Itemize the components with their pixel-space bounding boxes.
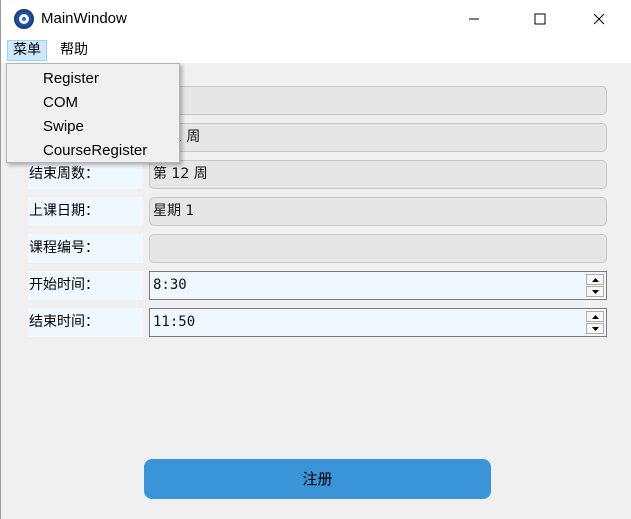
title-bar[interactable]: MainWindow — [1, 0, 631, 38]
end-time-value: 11:50 — [153, 314, 196, 330]
menu-main[interactable]: 菜单 — [7, 40, 47, 61]
menu-item-course-register[interactable]: CourseRegister — [43, 139, 147, 163]
start-time-label: 开始时间： — [28, 271, 143, 300]
start-week-field-hidden[interactable] — [149, 86, 607, 115]
main-menu-dropdown: Register COM Swipe CourseRegister — [6, 63, 180, 163]
maximize-button[interactable] — [517, 0, 563, 38]
class-day-field[interactable]: 星期 1 — [149, 197, 607, 226]
course-id-label: 课程编号： — [28, 234, 143, 263]
end-week-label: 结束周数： — [28, 160, 143, 189]
end-time-spinbox[interactable]: 11:50 — [149, 308, 607, 337]
start-time-value: 8:30 — [153, 277, 187, 293]
end-week-field[interactable]: 第 12 周 — [149, 160, 607, 189]
close-icon — [593, 13, 605, 25]
end-time-up-button[interactable] — [586, 311, 604, 322]
class-day-label: 上课日期： — [28, 197, 143, 226]
close-button[interactable] — [576, 0, 622, 38]
arrow-down-icon — [591, 289, 599, 294]
arrow-down-icon — [591, 326, 599, 331]
menu-item-swipe[interactable]: Swipe — [43, 115, 84, 139]
start-time-down-button[interactable] — [586, 286, 604, 297]
end-time-down-button[interactable] — [586, 323, 604, 334]
start-time-spinbox[interactable]: 8:30 — [149, 271, 607, 300]
maximize-icon — [534, 13, 546, 25]
arrow-up-icon — [591, 277, 599, 282]
minimize-icon — [469, 18, 479, 20]
course-id-field[interactable] — [149, 234, 607, 263]
app-logo-icon — [14, 9, 34, 29]
menu-item-com[interactable]: COM — [43, 91, 78, 115]
start-week-field[interactable]: 1 周 — [149, 123, 607, 152]
end-time-stepper — [586, 311, 604, 334]
start-time-up-button[interactable] — [586, 274, 604, 285]
menu-item-register[interactable]: Register — [43, 67, 99, 91]
arrow-up-icon — [591, 314, 599, 319]
end-time-label: 结束时间： — [28, 308, 143, 337]
main-window: MainWindow 菜单 帮助 1 周 结束周数： 第 12 周 上课日期： … — [0, 0, 631, 519]
menu-bar: 菜单 帮助 — [1, 38, 631, 63]
start-time-stepper — [586, 274, 604, 297]
window-title: MainWindow — [41, 10, 127, 27]
menu-help[interactable]: 帮助 — [55, 40, 93, 61]
minimize-button[interactable] — [451, 0, 497, 38]
register-button[interactable]: 注册 — [144, 459, 491, 499]
